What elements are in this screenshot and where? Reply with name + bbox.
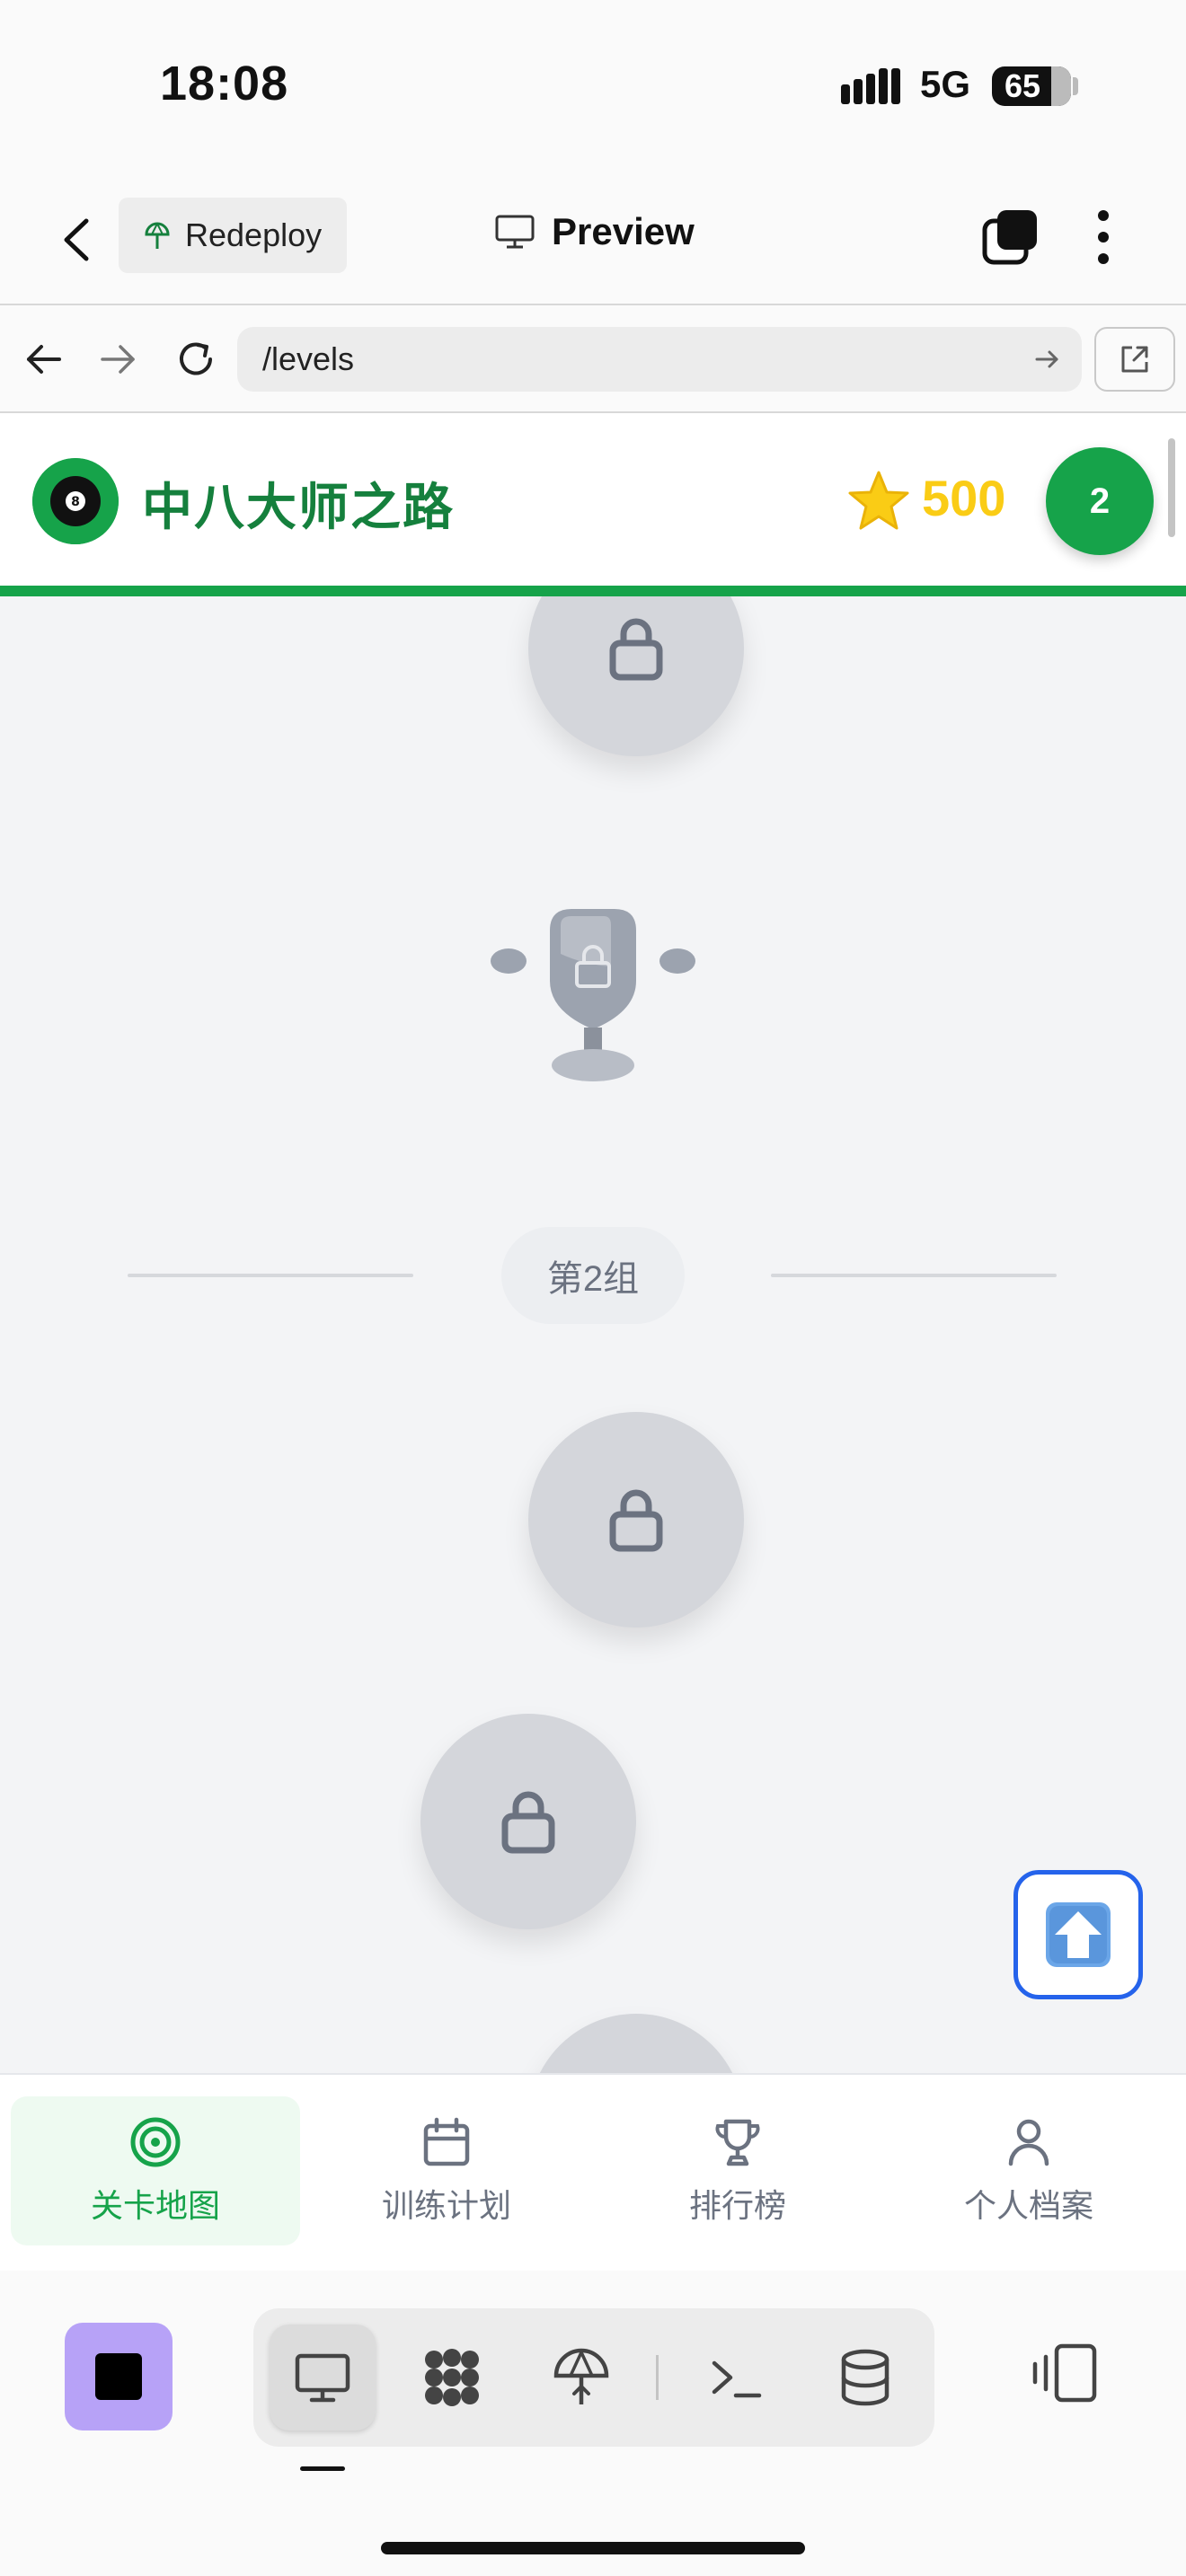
- deploy-icon: [145, 222, 170, 249]
- tab-label: 排行榜: [688, 2187, 786, 2224]
- tool-separator: [656, 2355, 659, 2400]
- level-node-locked[interactable]: [528, 2014, 744, 2073]
- level-number: 2: [1089, 481, 1111, 521]
- more-icon[interactable]: [1085, 207, 1121, 268]
- network-label: 5G: [920, 63, 971, 105]
- trophy-icon: [715, 2119, 760, 2166]
- svg-text:8: 8: [71, 495, 80, 509]
- up-arrow-icon: [1046, 1902, 1111, 1967]
- browser-forward-icon[interactable]: [93, 334, 144, 384]
- panel-layout-icon[interactable]: [1030, 2337, 1102, 2409]
- open-external-button[interactable]: [1094, 327, 1175, 392]
- level-node-locked[interactable]: [528, 1412, 744, 1628]
- user-icon: [1008, 2119, 1049, 2166]
- target-icon: [130, 2117, 181, 2167]
- terminal-tool-button[interactable]: [683, 2325, 789, 2430]
- tab-leaderboard[interactable]: 排行榜: [593, 2096, 882, 2245]
- star-score: 500: [922, 470, 1006, 526]
- lock-icon: [609, 618, 663, 681]
- signal-icon: [841, 68, 900, 104]
- calendar-icon: [423, 2117, 470, 2166]
- active-tool-indicator: [300, 2466, 345, 2471]
- star-icon: [848, 471, 909, 530]
- level-map-page: 8 中八大师之路 500 2 第2组: [0, 413, 1186, 2073]
- database-tool-button[interactable]: [812, 2325, 918, 2430]
- battery-tip: [1073, 77, 1078, 95]
- monitor-icon: [295, 2353, 350, 2403]
- grid-blob-icon: [425, 2349, 479, 2406]
- tab-label: 关卡地图: [90, 2187, 220, 2224]
- preview-title: Preview: [494, 210, 695, 253]
- tab-label: 训练计划: [381, 2187, 511, 2224]
- battery-level: 65: [1005, 67, 1041, 104]
- deploy-icon: [553, 2348, 609, 2404]
- app-tab-bar: 关卡地图 训练计划 排行榜 个人档案: [0, 2073, 1186, 2271]
- app-header: 8 中八大师之路 500 2: [0, 413, 1186, 596]
- tab-level-map[interactable]: 关卡地图: [11, 2096, 300, 2245]
- group-label: 第2组: [501, 1227, 685, 1324]
- tabs-icon[interactable]: [981, 208, 1039, 266]
- go-arrow-icon[interactable]: [1033, 345, 1062, 374]
- battery-icon: 65: [992, 66, 1071, 106]
- tab-profile[interactable]: 个人档案: [884, 2096, 1173, 2245]
- level-badge[interactable]: 2: [1046, 447, 1154, 555]
- stop-button[interactable]: [65, 2323, 173, 2430]
- level-node-locked[interactable]: [420, 1714, 636, 1929]
- back-icon[interactable]: [54, 208, 99, 271]
- redeploy-button[interactable]: Redeploy: [119, 198, 347, 273]
- scrollbar[interactable]: [1168, 438, 1175, 537]
- lock-icon: [609, 1489, 663, 1552]
- tab-training-plan[interactable]: 训练计划: [302, 2096, 591, 2245]
- billiard-ball-logo: 8: [32, 458, 119, 544]
- browser-bar: /levels: [0, 305, 1186, 413]
- browser-back-icon[interactable]: [18, 334, 68, 384]
- status-time: 18:08: [160, 57, 289, 110]
- top-bar: Redeploy Preview: [0, 171, 1186, 305]
- scroll-to-top-button[interactable]: [1013, 1870, 1143, 1999]
- app-title: 中八大师之路: [142, 479, 455, 535]
- url-text: /levels: [262, 340, 355, 377]
- ide-toolbar: [0, 2271, 1186, 2576]
- tool-group: [253, 2308, 934, 2447]
- tab-label: 个人档案: [963, 2187, 1093, 2224]
- divider-left: [128, 1274, 413, 1277]
- lock-icon: [501, 1791, 555, 1854]
- monitor-icon: [495, 215, 535, 249]
- stop-icon: [95, 2353, 142, 2400]
- trophy-locked-icon[interactable]: [485, 868, 701, 1083]
- divider-right: [771, 1274, 1057, 1277]
- canvas-tool-button[interactable]: [399, 2325, 505, 2430]
- external-link-icon: [1121, 346, 1148, 373]
- preview-tool-button[interactable]: [270, 2325, 376, 2430]
- preview-label: Preview: [552, 210, 695, 252]
- reload-icon[interactable]: [171, 334, 221, 384]
- deploy-tool-button[interactable]: [528, 2325, 634, 2430]
- redeploy-label: Redeploy: [185, 216, 323, 253]
- terminal-icon: [712, 2360, 762, 2398]
- home-indicator: [381, 2542, 805, 2554]
- database-icon: [841, 2349, 890, 2406]
- status-bar: 18:08 5G 65: [0, 0, 1186, 171]
- url-input[interactable]: /levels: [237, 327, 1082, 392]
